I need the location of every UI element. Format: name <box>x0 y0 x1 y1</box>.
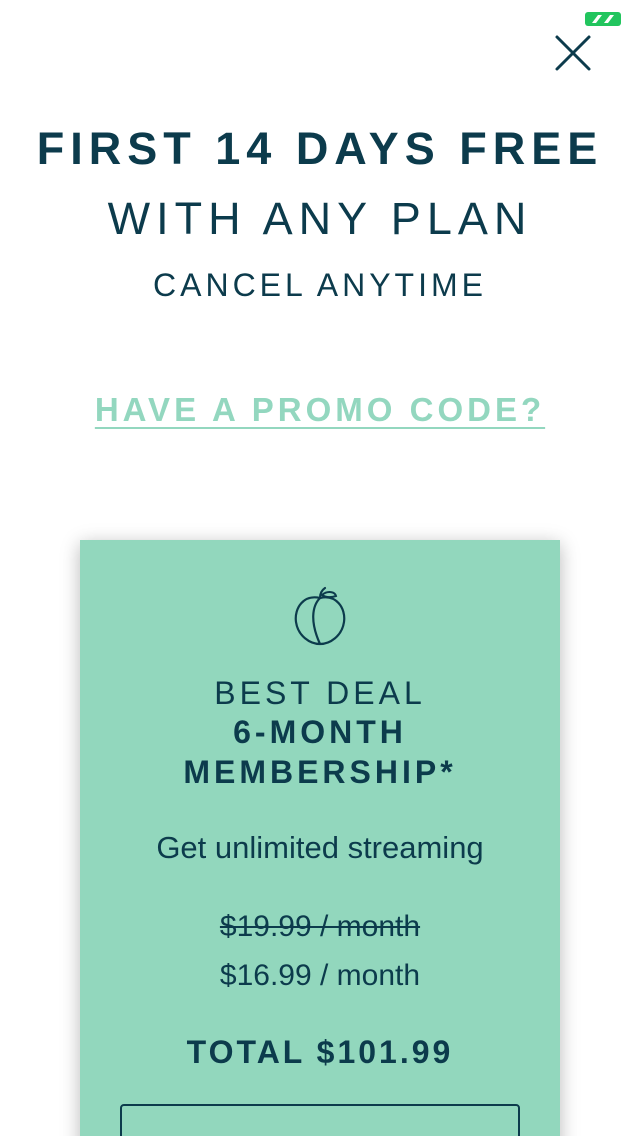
close-button[interactable] <box>550 30 596 76</box>
plan-name: 6-MONTH MEMBERSHIP* <box>80 712 560 792</box>
plan-description: Get unlimited streaming <box>156 830 484 865</box>
status-indicator-icon <box>585 12 621 26</box>
cancel-anytime-note: CANCEL ANYTIME <box>153 267 487 303</box>
select-plan-button[interactable] <box>120 1104 520 1136</box>
original-price: $19.99 / month <box>219 910 421 943</box>
plan-card[interactable]: BEST DEAL 6-MONTH MEMBERSHIP* Get unlimi… <box>80 540 560 1136</box>
discounted-price: $16.99 / month <box>219 959 421 992</box>
plan-name-line1: 6-MONTH <box>233 714 407 750</box>
promo-code-link[interactable]: HAVE A PROMO CODE? <box>0 390 640 430</box>
plan-name-line2: MEMBERSHIP* <box>183 754 457 790</box>
close-icon <box>555 35 591 71</box>
peach-icon <box>294 586 346 646</box>
plan-total: TOTAL $101.99 <box>186 1034 454 1070</box>
plan-tag: BEST DEAL <box>214 675 426 711</box>
page-title: FIRST 14 DAYS FREE <box>36 123 604 174</box>
page-subtitle: WITH ANY PLAN <box>107 193 533 244</box>
